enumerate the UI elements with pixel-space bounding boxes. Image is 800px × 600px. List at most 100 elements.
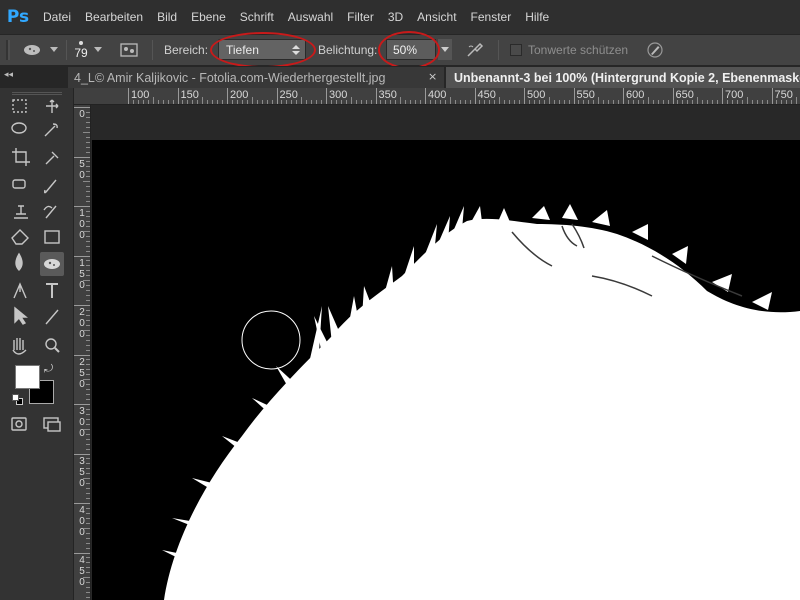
- menu-ebene[interactable]: Ebene: [184, 0, 233, 34]
- menu-datei[interactable]: Datei: [36, 0, 78, 34]
- ruler-h-minor-tick: [538, 100, 540, 104]
- pen-pressure-icon: [647, 42, 663, 58]
- ruler-h-minor-tick: [697, 97, 699, 104]
- foreground-color-swatch[interactable]: [15, 365, 40, 389]
- tonwerte-checkbox[interactable]: [510, 44, 522, 56]
- close-icon[interactable]: ×: [428, 70, 437, 83]
- ruler-h-minor-tick: [746, 97, 748, 104]
- marquee-icon[interactable]: [12, 99, 27, 113]
- move-icon[interactable]: [46, 99, 59, 113]
- ruler-h-minor-tick: [528, 100, 530, 104]
- pen-icon[interactable]: [13, 282, 27, 299]
- vertical-ruler[interactable]: 050100150200250300350400450: [74, 105, 91, 600]
- brush-panel-button[interactable]: [120, 35, 144, 65]
- horizontal-ruler[interactable]: 100 150 200 250 300 350 400 450 500 550 600 650 700 7…: [74, 88, 800, 105]
- ruler-h-minor-tick: [726, 100, 728, 104]
- eraser-icon[interactable]: [11, 229, 29, 245]
- gradient-icon[interactable]: [44, 230, 60, 244]
- ruler-h-minor-tick: [380, 100, 382, 104]
- menu-schrift[interactable]: Schrift: [233, 0, 281, 34]
- eyedropper-icon[interactable]: [45, 151, 59, 165]
- quick-selection-icon[interactable]: [44, 123, 58, 137]
- ruler-v-minor-tick: [86, 567, 90, 569]
- ruler-h-minor-tick: [627, 100, 629, 104]
- menu-3d[interactable]: 3D: [381, 0, 410, 34]
- ruler-h-minor-tick: [330, 100, 332, 104]
- ruler-h-tick: [128, 88, 129, 104]
- path-selection-icon[interactable]: [14, 306, 28, 325]
- ruler-h-minor-tick: [360, 100, 362, 104]
- separator: [498, 40, 499, 60]
- ruler-v-minor-tick: [83, 478, 90, 480]
- ruler-h-minor-tick: [449, 97, 451, 104]
- spot-healing-icon[interactable]: [12, 179, 26, 189]
- menu-bearbeiten[interactable]: Bearbeiten: [78, 0, 150, 34]
- zoom-icon[interactable]: [45, 338, 57, 350]
- tab-document-2[interactable]: Unbenannt-3 bei 100% (Hintergrund Kopie …: [446, 67, 800, 88]
- menu-auswahl[interactable]: Auswahl: [281, 0, 340, 34]
- brush-size-picker[interactable]: 79: [72, 35, 108, 65]
- ruler-h-tick: [227, 88, 228, 104]
- highlight-circle-bereich: [210, 32, 316, 68]
- ruler-v-minor-tick: [86, 240, 90, 242]
- ruler-h-minor-tick: [192, 100, 194, 104]
- ruler-v-minor-tick: [86, 384, 90, 386]
- lasso-icon[interactable]: [11, 122, 27, 134]
- swap-colors-icon[interactable]: ⤾: [44, 362, 53, 376]
- ruler-v-minor-tick: [86, 463, 90, 465]
- ruler-v-minor-tick: [86, 592, 90, 594]
- pressure-toggle[interactable]: [646, 35, 668, 65]
- ruler-h-minor-tick: [236, 100, 238, 104]
- brush-icon[interactable]: [43, 179, 57, 194]
- hand-icon[interactable]: [12, 338, 27, 355]
- menu-bild[interactable]: Bild: [150, 0, 184, 34]
- ruler-v-minor-tick: [83, 527, 90, 529]
- ruler-h-minor-tick: [637, 100, 639, 104]
- menu-hilfe[interactable]: Hilfe: [518, 0, 556, 34]
- clone-stamp-icon[interactable]: [14, 205, 28, 219]
- ruler-h-minor-tick: [677, 100, 679, 104]
- ruler-h-minor-tick: [286, 100, 288, 104]
- type-icon[interactable]: [46, 283, 58, 298]
- ruler-v-minor-tick: [86, 225, 90, 227]
- brush-dot-icon: [79, 40, 83, 45]
- tool-preset-picker[interactable]: [20, 35, 60, 65]
- ruler-h-minor-tick: [484, 100, 486, 104]
- line-icon[interactable]: [45, 309, 59, 325]
- ruler-v-minor-tick: [86, 235, 90, 237]
- ruler-h-minor-tick: [568, 100, 570, 104]
- ruler-h-minor-tick: [781, 100, 783, 104]
- ruler-v-minor-tick: [86, 176, 90, 178]
- ruler-v-tick: [74, 552, 90, 554]
- ruler-v-minor-tick: [86, 260, 90, 262]
- ruler-h-minor-tick: [533, 100, 535, 104]
- ruler-h-minor-tick: [187, 100, 189, 104]
- belichtung-slider-toggle[interactable]: [438, 39, 452, 60]
- ruler-h-minor-tick: [291, 100, 293, 104]
- menu-fenster[interactable]: Fenster: [464, 0, 519, 34]
- menu-filter[interactable]: Filter: [340, 0, 381, 34]
- quick-mask-icon[interactable]: [11, 417, 27, 431]
- blur-icon[interactable]: [15, 252, 23, 271]
- ruler-h-minor-tick: [499, 97, 501, 104]
- ruler-h-minor-tick: [415, 100, 417, 104]
- ruler-v-minor-tick: [86, 171, 90, 173]
- options-grip[interactable]: [6, 35, 14, 65]
- menu-ansicht[interactable]: Ansicht: [410, 0, 463, 34]
- tab-document-1[interactable]: 4_L© Amir Kaljikovic - Fotolia.com-Wiede…: [68, 67, 444, 88]
- ruler-h-minor-tick: [657, 100, 659, 104]
- default-colors-icon[interactable]: [12, 394, 24, 406]
- ruler-h-minor-tick: [608, 100, 610, 104]
- ruler-h-minor-tick: [444, 100, 446, 104]
- ruler-h-minor-tick: [613, 100, 615, 104]
- ruler-h-minor-tick: [355, 100, 357, 104]
- ruler-h-minor-tick: [583, 100, 585, 104]
- document-canvas[interactable]: [92, 106, 800, 600]
- sponge-tool[interactable]: [40, 252, 64, 276]
- ruler-v-minor-tick: [86, 413, 90, 415]
- airbrush-toggle[interactable]: [466, 35, 488, 65]
- collapse-panels-icon[interactable]: ◂◂: [4, 70, 13, 80]
- ruler-h-minor-tick: [598, 97, 600, 104]
- crop-icon[interactable]: [12, 148, 30, 166]
- history-brush-icon[interactable]: [43, 205, 57, 219]
